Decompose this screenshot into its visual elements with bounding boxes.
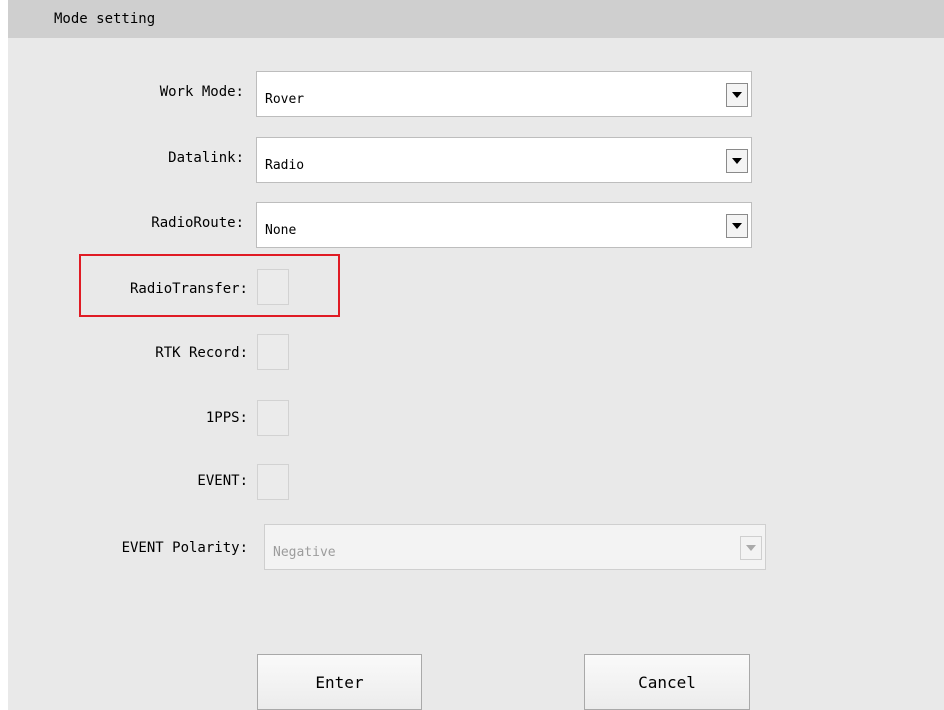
radio-route-dropdown-button[interactable] [726, 214, 748, 238]
pps-label: 1PPS: [205, 410, 248, 426]
datalink-select[interactable]: Radio [256, 137, 752, 183]
event-polarity-dropdown-button[interactable] [740, 536, 762, 560]
mode-setting-dialog: Mode setting Work Mode: Rover Datalink: … [0, 0, 944, 710]
rtk-record-checkbox[interactable] [257, 334, 289, 370]
radio-transfer-label: RadioTransfer: [129, 281, 248, 297]
radio-route-value: None [265, 223, 297, 238]
datalink-value: Radio [265, 158, 305, 173]
cancel-button[interactable]: Cancel [584, 654, 750, 710]
event-label: EVENT: [197, 473, 248, 489]
event-checkbox[interactable] [257, 464, 289, 500]
enter-button[interactable]: Enter [257, 654, 422, 710]
chevron-down-icon [732, 158, 742, 164]
radio-transfer-checkbox[interactable] [257, 269, 289, 305]
datalink-label: Datalink: [168, 150, 244, 166]
chevron-down-icon [732, 223, 742, 229]
rtk-record-label: RTK Record: [155, 345, 248, 361]
radio-route-label: RadioRoute: [151, 215, 244, 231]
work-mode-label: Work Mode: [159, 84, 244, 100]
pps-checkbox[interactable] [257, 400, 289, 436]
work-mode-select[interactable]: Rover [256, 71, 752, 117]
chevron-down-icon [746, 545, 756, 551]
work-mode-dropdown-button[interactable] [726, 83, 748, 107]
event-polarity-label: EVENT Polarity: [121, 540, 248, 556]
title-bar: Mode setting [8, 0, 944, 38]
datalink-dropdown-button[interactable] [726, 149, 748, 173]
chevron-down-icon [732, 92, 742, 98]
radio-route-select[interactable]: None [256, 202, 752, 248]
dialog-title: Mode setting [54, 11, 156, 27]
work-mode-value: Rover [265, 92, 305, 107]
event-polarity-value: Negative [273, 545, 336, 560]
event-polarity-select[interactable]: Negative [264, 524, 766, 570]
